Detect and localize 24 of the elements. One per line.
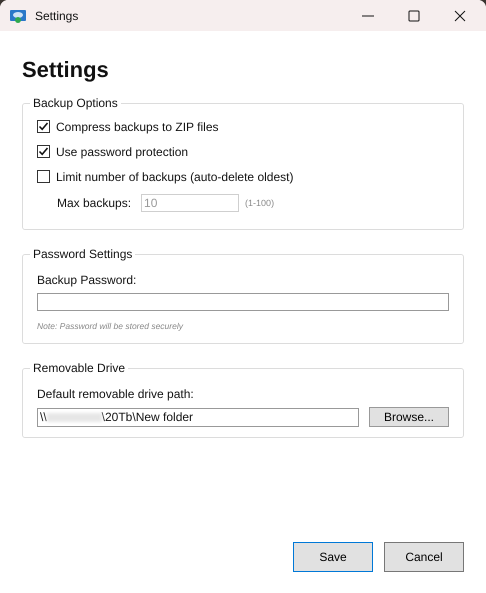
checkbox[interactable] (37, 170, 50, 183)
maximize-icon[interactable] (408, 10, 420, 22)
checkbox-label[interactable]: Limit number of backups (auto-delete oldest) (56, 170, 294, 184)
checkbox-label[interactable]: Compress backups to ZIP files (56, 120, 219, 134)
password-field[interactable] (37, 293, 449, 311)
note-text: Note: Password will be stored securely (37, 321, 184, 331)
group-title: Backup Options (32, 96, 119, 110)
browse-button[interactable]: Browse... (369, 407, 449, 427)
checkbox[interactable] (37, 145, 50, 158)
field-label: Backup Password: (37, 273, 138, 287)
page-heading: Settings (22, 57, 110, 83)
checkbox-label[interactable]: Use password protection (56, 144, 188, 158)
close-icon[interactable] (454, 10, 466, 22)
app-icon (9, 8, 27, 24)
field-label: Default removable drive path: (37, 387, 195, 401)
group-title: Password Settings (32, 247, 134, 261)
dialog-button[interactable]: Save (293, 542, 373, 572)
group-title: Removable Drive (32, 361, 126, 375)
field-label: Max backups: (57, 196, 132, 210)
path-field[interactable]: \\ \20Tb\New folder (37, 408, 359, 426)
window-title: Settings (35, 8, 78, 22)
range-hint: (1-100) (245, 198, 274, 208)
dialog-button[interactable]: Cancel (384, 542, 464, 572)
checkbox[interactable] (37, 120, 50, 133)
